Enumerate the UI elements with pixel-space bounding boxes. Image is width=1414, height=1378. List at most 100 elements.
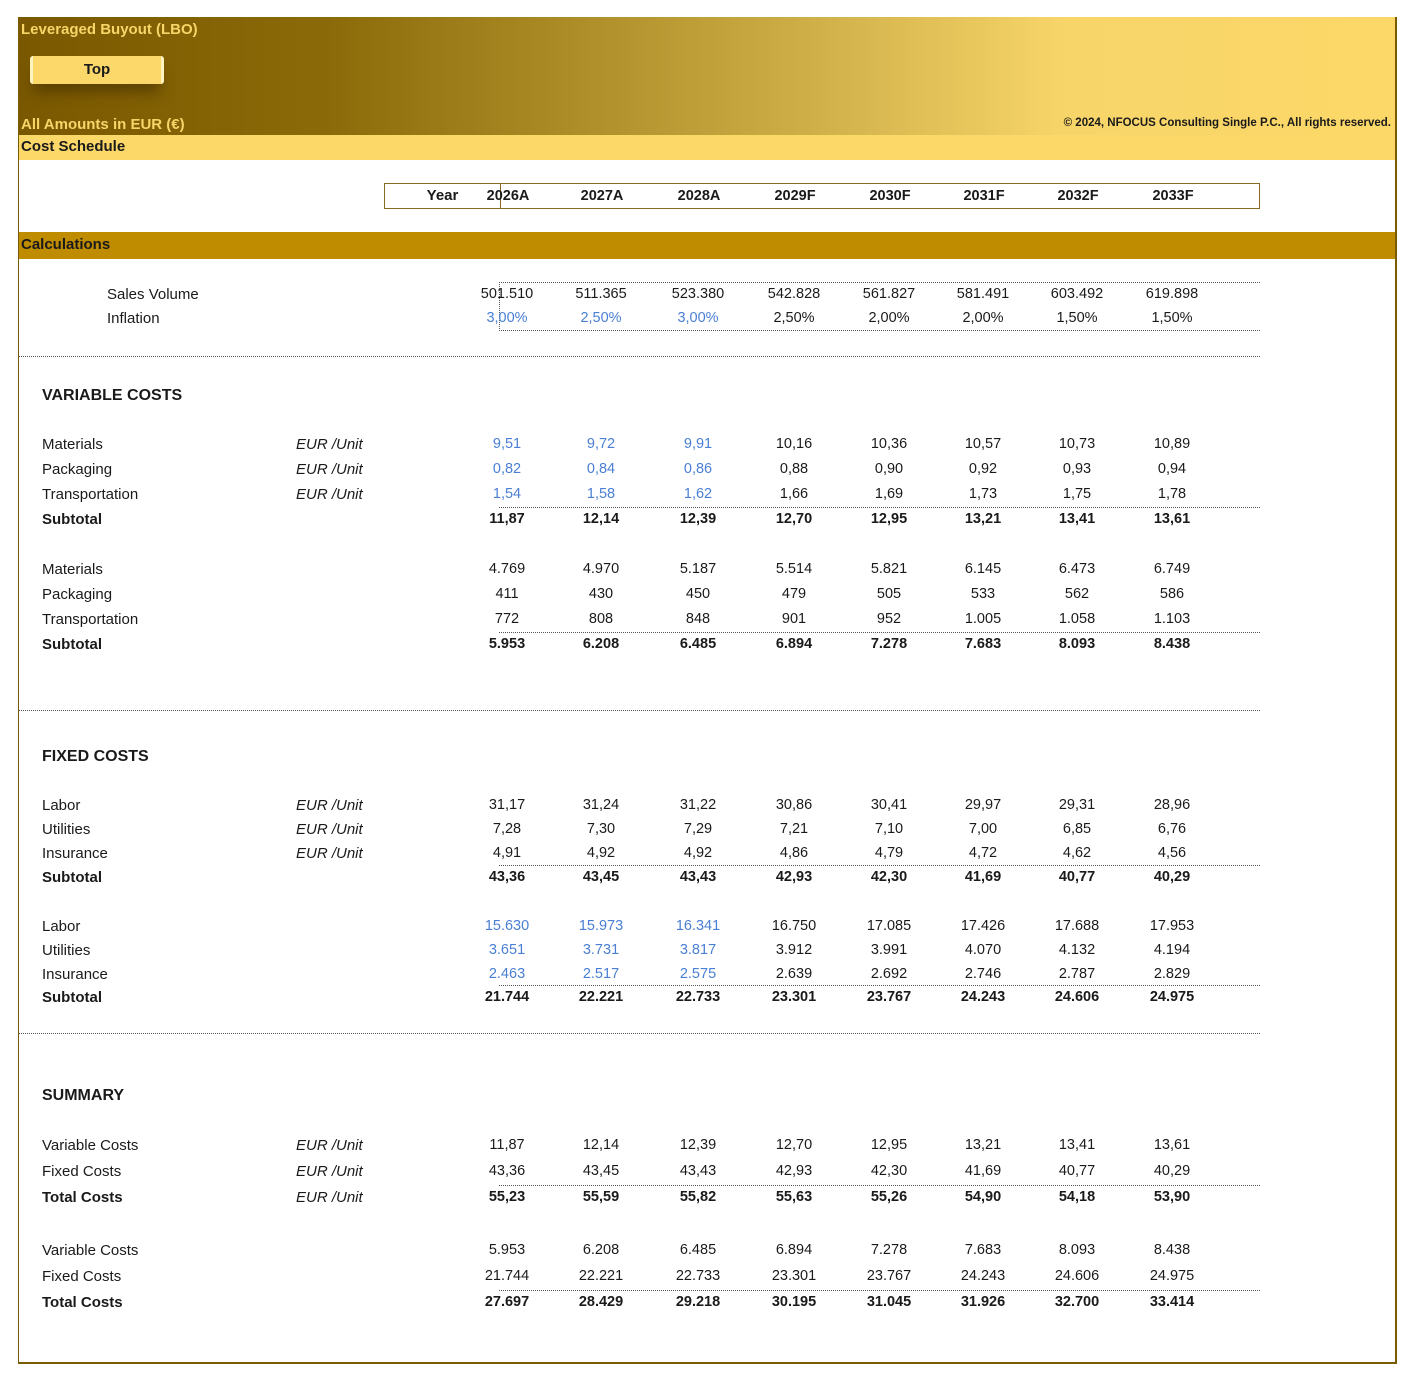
value-cell: 4,92 xyxy=(683,845,713,861)
value-cell: 5.187 xyxy=(679,561,717,577)
value-cell: 7,00 xyxy=(968,821,998,837)
value-cell: 10,36 xyxy=(870,436,908,452)
value-cell: 24.975 xyxy=(1149,1268,1195,1284)
value-cell: 603.492 xyxy=(1050,286,1104,302)
value-cell: 22.733 xyxy=(675,989,721,1005)
section-divider xyxy=(19,710,1260,711)
value-cell: 2,00% xyxy=(962,310,1004,326)
sales-volume-label: Sales Volume xyxy=(107,286,199,303)
value-cell: 4.132 xyxy=(1058,942,1096,958)
value-cell: 24.243 xyxy=(960,1268,1006,1284)
value-cell: 7,30 xyxy=(586,821,616,837)
value-cell: 43,43 xyxy=(679,1163,717,1179)
value-cell: 2.639 xyxy=(775,966,813,982)
input-cell[interactable]: 3.731 xyxy=(561,942,641,958)
input-cell[interactable]: 1,58 xyxy=(561,486,641,502)
value-cell: 8.438 xyxy=(1153,1242,1191,1258)
value-cell: 13,41 xyxy=(1058,511,1096,527)
value-cell: 12,39 xyxy=(679,1137,717,1153)
value-cell: 27.697 xyxy=(484,1294,530,1310)
value-cell: 10,16 xyxy=(775,436,813,452)
row-label: Utilities xyxy=(42,821,91,838)
input-cell[interactable]: 3.817 xyxy=(658,942,738,958)
value-cell: 901 xyxy=(781,611,807,627)
row-label: Utilities xyxy=(42,942,91,959)
value-cell: 17.953 xyxy=(1149,918,1195,934)
banner: Leveraged Buyout (LBO) Top All Amounts i… xyxy=(19,17,1395,135)
input-cell[interactable]: 15.630 xyxy=(467,918,547,934)
value-cell: 24.606 xyxy=(1054,1268,1100,1284)
row-label: Labor xyxy=(42,797,81,814)
input-cell[interactable]: 15.973 xyxy=(561,918,641,934)
value-cell: 13,61 xyxy=(1153,511,1191,527)
value-cell: 1,50% xyxy=(1056,310,1098,326)
value-cell: 6,85 xyxy=(1062,821,1092,837)
row-label: Packaging xyxy=(42,586,113,603)
value-cell: 450 xyxy=(685,586,711,602)
value-cell: 43,45 xyxy=(582,1163,620,1179)
value-cell: 2.787 xyxy=(1058,966,1096,982)
input-cell[interactable]: 2.463 xyxy=(467,966,547,982)
value-cell: 0,93 xyxy=(1062,461,1092,477)
input-cell[interactable]: 2.517 xyxy=(561,966,641,982)
value-cell: 561.827 xyxy=(862,286,916,302)
unit-label: EUR /Unit xyxy=(296,436,363,453)
input-cell[interactable]: 0,86 xyxy=(658,461,738,477)
value-cell: 4,62 xyxy=(1062,845,1092,861)
value-cell: 6.208 xyxy=(582,636,620,652)
year-column-header: 2026A xyxy=(486,188,530,204)
value-cell: 8.438 xyxy=(1153,636,1191,652)
value-cell: 8.093 xyxy=(1058,636,1096,652)
input-cell[interactable]: 2.575 xyxy=(658,966,738,982)
input-cell[interactable]: 9,51 xyxy=(467,436,547,452)
value-cell: 2.746 xyxy=(964,966,1002,982)
value-cell: 22.733 xyxy=(675,1268,721,1284)
value-cell: 8.093 xyxy=(1058,1242,1096,1258)
value-cell: 4,91 xyxy=(492,845,522,861)
value-cell: 6.894 xyxy=(775,1242,813,1258)
row-label: Packaging xyxy=(42,461,113,478)
input-cell[interactable]: 0,84 xyxy=(561,461,641,477)
value-cell: 1,50% xyxy=(1151,310,1193,326)
year-column-header: 2030F xyxy=(869,188,911,204)
input-cell[interactable]: 9,91 xyxy=(658,436,738,452)
input-cell[interactable]: 2,50% xyxy=(561,310,641,326)
value-cell: 2.692 xyxy=(870,966,908,982)
subtotal-label: Subtotal xyxy=(42,511,102,528)
total-costs-label: Total Costs xyxy=(42,1294,123,1311)
input-cell[interactable]: 1,62 xyxy=(658,486,738,502)
unit-label: EUR /Unit xyxy=(296,461,363,478)
top-button[interactable]: Top xyxy=(30,56,164,84)
value-cell: 4.194 xyxy=(1153,942,1191,958)
input-cell[interactable]: 3,00% xyxy=(467,310,547,326)
value-cell: 17.426 xyxy=(960,918,1006,934)
value-cell: 21.744 xyxy=(484,1268,530,1284)
row-label: Labor xyxy=(42,918,81,935)
value-cell: 30.195 xyxy=(771,1294,817,1310)
unit-label: EUR /Unit xyxy=(296,845,363,862)
value-cell: 55,26 xyxy=(870,1189,908,1205)
value-cell: 7.683 xyxy=(964,1242,1002,1258)
input-cell[interactable]: 0,82 xyxy=(467,461,547,477)
value-cell: 21.744 xyxy=(484,989,530,1005)
value-cell: 41,69 xyxy=(964,869,1002,885)
section-divider xyxy=(19,356,1260,357)
input-cell[interactable]: 16.341 xyxy=(658,918,738,934)
unit-label: EUR /Unit xyxy=(296,1137,363,1154)
value-cell: 23.301 xyxy=(771,989,817,1005)
value-cell: 13,21 xyxy=(964,1137,1002,1153)
input-cell[interactable]: 9,72 xyxy=(561,436,641,452)
model-title: Leveraged Buyout (LBO) xyxy=(21,21,198,38)
input-cell[interactable]: 3.651 xyxy=(467,942,547,958)
value-cell: 22.221 xyxy=(578,1268,624,1284)
value-cell: 4.070 xyxy=(964,942,1002,958)
value-cell: 808 xyxy=(588,611,614,627)
value-cell: 4,56 xyxy=(1157,845,1187,861)
value-cell: 6.749 xyxy=(1153,561,1191,577)
value-cell: 1,66 xyxy=(779,486,809,502)
input-cell[interactable]: 1,54 xyxy=(467,486,547,502)
year-column-header: 2032F xyxy=(1057,188,1099,204)
value-cell: 7.278 xyxy=(870,636,908,652)
input-cell[interactable]: 3,00% xyxy=(658,310,738,326)
value-cell: 54,90 xyxy=(964,1189,1002,1205)
